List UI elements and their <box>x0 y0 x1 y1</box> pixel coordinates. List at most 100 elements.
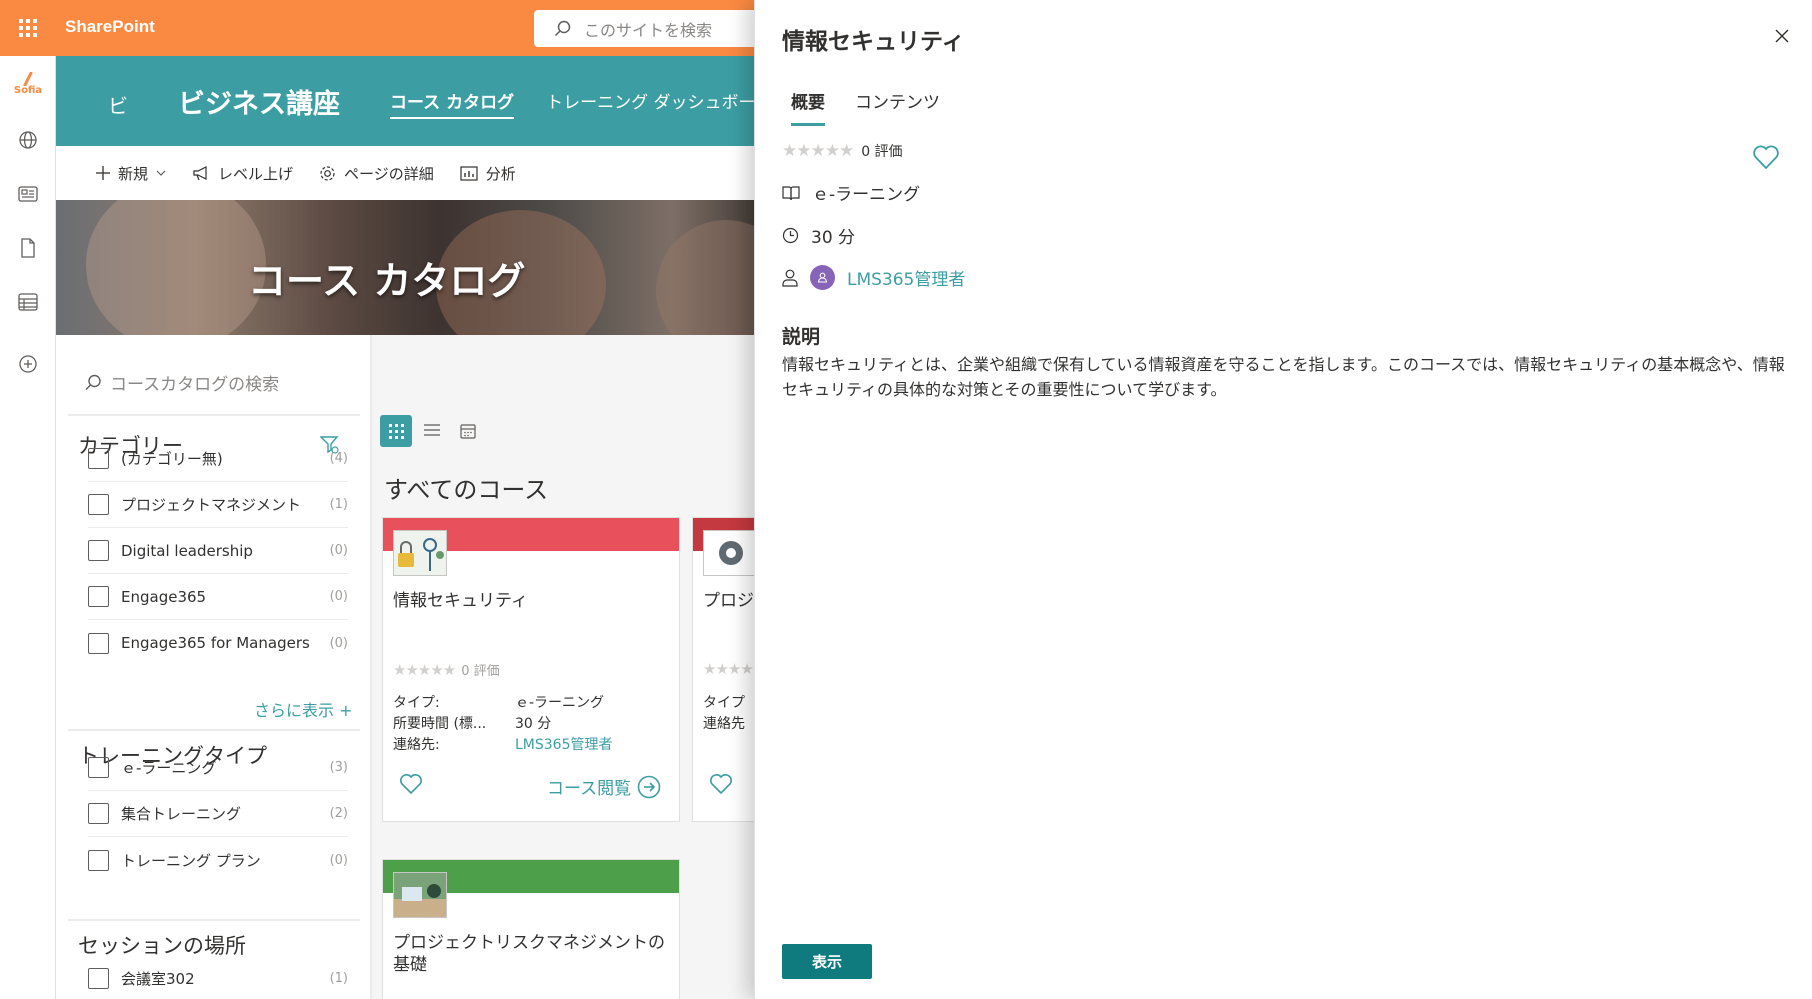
tab-contents[interactable]: コンテンツ <box>855 88 940 126</box>
training-type-label: 集合トレーニング <box>121 805 242 823</box>
chevron-down-icon <box>156 170 166 176</box>
star-rating-icon[interactable]: ★★★★★ <box>782 141 854 161</box>
category-row[interactable]: Engage365 (0) <box>88 574 348 620</box>
course-meta: タイプ: ｅ-ラーニング 所要時間 (標... 30 分 連絡先: LMS365管理者 <box>393 693 613 756</box>
sofia-app-button[interactable]: Sofia <box>0 66 56 102</box>
news-button[interactable] <box>0 176 56 212</box>
analytics-icon <box>460 165 478 181</box>
duration-value: 30 分 <box>515 716 552 732</box>
type-value: ｅ-ラーニング <box>515 695 605 711</box>
promote-label: レベル上げ <box>218 164 294 183</box>
panel-rating: ★★★★★ 0 評価 <box>782 141 903 161</box>
training-type-row[interactable]: 集合トレーニング (2) <box>88 791 348 837</box>
panel-contact-link[interactable]: LMS365管理者 <box>847 265 965 290</box>
file-icon <box>21 238 35 258</box>
checkbox[interactable] <box>88 849 109 871</box>
category-row[interactable]: Digital leadership (0) <box>88 528 348 574</box>
app-launcher-button[interactable] <box>0 0 56 56</box>
search-icon <box>554 20 571 36</box>
site-nav: コース カタログ トレーニング ダッシュボード <box>390 88 772 119</box>
nav-training-dashboard[interactable]: トレーニング ダッシュボード <box>546 88 772 119</box>
app-bar: Sofia <box>0 56 56 999</box>
news-icon <box>18 186 38 202</box>
category-row[interactable]: プロジェクトマネジメント (1) <box>88 482 348 528</box>
course-title[interactable]: プロジェクトリスクマネジメントの基礎 <box>393 932 673 976</box>
panel-title: 情報セキュリティ <box>782 29 965 55</box>
show-more-link[interactable]: さらに表示 + <box>254 697 353 721</box>
analytics-button[interactable]: 分析 <box>460 163 516 184</box>
contact-link[interactable]: LMS365管理者 <box>515 737 613 753</box>
course-rating: ★★★★★ 0 評価 <box>393 660 500 680</box>
training-type-row[interactable]: トレーニング プラン (0) <box>88 837 348 883</box>
training-type-count: (0) <box>329 852 348 868</box>
create-button[interactable] <box>0 346 56 382</box>
view-button[interactable]: 表示 <box>782 944 872 979</box>
plus-icon <box>96 166 110 180</box>
session-row[interactable]: 会議室302 (1) <box>88 955 348 999</box>
category-count: (0) <box>329 589 348 604</box>
lists-button[interactable] <box>0 284 56 320</box>
open-course-label: コース閲覧 <box>547 779 632 799</box>
nav-course-catalog[interactable]: コース カタログ <box>390 88 515 119</box>
category-row[interactable]: (カテゴリー無) (4) <box>88 436 348 482</box>
favorite-heart-icon[interactable] <box>1752 144 1780 170</box>
checkbox[interactable] <box>88 632 109 654</box>
site-title[interactable]: ビジネス講座 <box>178 82 340 121</box>
description-heading: 説明 <box>782 326 821 348</box>
checkbox[interactable] <box>88 803 109 824</box>
close-icon[interactable] <box>1774 28 1790 44</box>
category-label: プロジェクトマネジメント <box>121 496 302 514</box>
all-courses-heading: すべてのコース <box>384 476 549 504</box>
new-button[interactable]: 新規 <box>96 163 166 184</box>
brand-name[interactable]: SharePoint <box>65 17 155 37</box>
waffle-icon <box>19 19 37 37</box>
course-thumbnail <box>703 530 757 576</box>
calendar-view-icon[interactable] <box>460 423 476 439</box>
course-thumbnail <box>393 530 447 576</box>
hero-banner: コース カタログ <box>56 200 756 335</box>
page-details-label: ページの詳細 <box>344 164 434 183</box>
open-course-button[interactable]: コース閲覧 <box>547 774 661 799</box>
site-logo[interactable]: ビ <box>108 90 128 119</box>
gear-icon <box>320 165 335 181</box>
list-icon <box>18 293 38 311</box>
category-count: (0) <box>329 543 348 558</box>
course-title[interactable]: 情報セキュリティ <box>393 590 528 612</box>
list-view-icon[interactable] <box>424 423 440 437</box>
rating-count: 0 評価 <box>461 664 500 679</box>
sofia-logo-icon: Sofia <box>14 72 42 96</box>
promote-button[interactable]: レベル上げ <box>192 163 293 184</box>
checkbox[interactable] <box>88 494 109 515</box>
course-title[interactable]: プロジ <box>703 590 754 612</box>
training-type-count: (3) <box>329 760 348 775</box>
checkbox[interactable] <box>88 757 109 778</box>
grid-view-button[interactable] <box>380 415 412 447</box>
catalog-search-input[interactable]: コースカタログの検索 <box>84 370 279 395</box>
category-row[interactable]: Engage365 for Managers (0) <box>88 620 348 666</box>
session-count: (1) <box>329 970 348 986</box>
category-count: (0) <box>329 635 348 651</box>
megaphone-icon <box>193 166 207 181</box>
analytics-label: 分析 <box>485 164 516 183</box>
course-card[interactable]: 情報セキュリティ ★★★★★ 0 評価 タイプ: ｅ-ラーニング 所要時間 (標.… <box>382 517 680 822</box>
training-type-row[interactable]: ｅ-ラーニング (3) <box>88 745 348 791</box>
duration-key: 所要時間 (標... <box>393 716 487 732</box>
checkbox[interactable] <box>88 540 109 561</box>
training-type-label: トレーニング プラン <box>121 851 261 870</box>
checkbox[interactable] <box>88 586 109 607</box>
globe-button[interactable] <box>0 122 56 158</box>
panel-contact-row: LMS365管理者 <box>782 265 965 290</box>
tab-overview[interactable]: 概要 <box>791 88 825 126</box>
person-icon <box>782 269 798 287</box>
panel-type-row: ｅ-ラーニング <box>782 180 920 205</box>
globe-icon <box>19 131 37 149</box>
course-card[interactable]: プロジェクトリスクマネジメントの基礎 <box>382 859 680 999</box>
files-button[interactable] <box>0 230 56 266</box>
favorite-heart-icon[interactable] <box>709 773 733 795</box>
checkbox[interactable] <box>88 967 109 989</box>
book-icon <box>782 185 800 200</box>
checkbox[interactable] <box>88 448 109 469</box>
favorite-heart-icon[interactable] <box>399 773 423 795</box>
page-details-button[interactable]: ページの詳細 <box>319 163 434 184</box>
arrow-circle-right-icon <box>637 775 661 798</box>
